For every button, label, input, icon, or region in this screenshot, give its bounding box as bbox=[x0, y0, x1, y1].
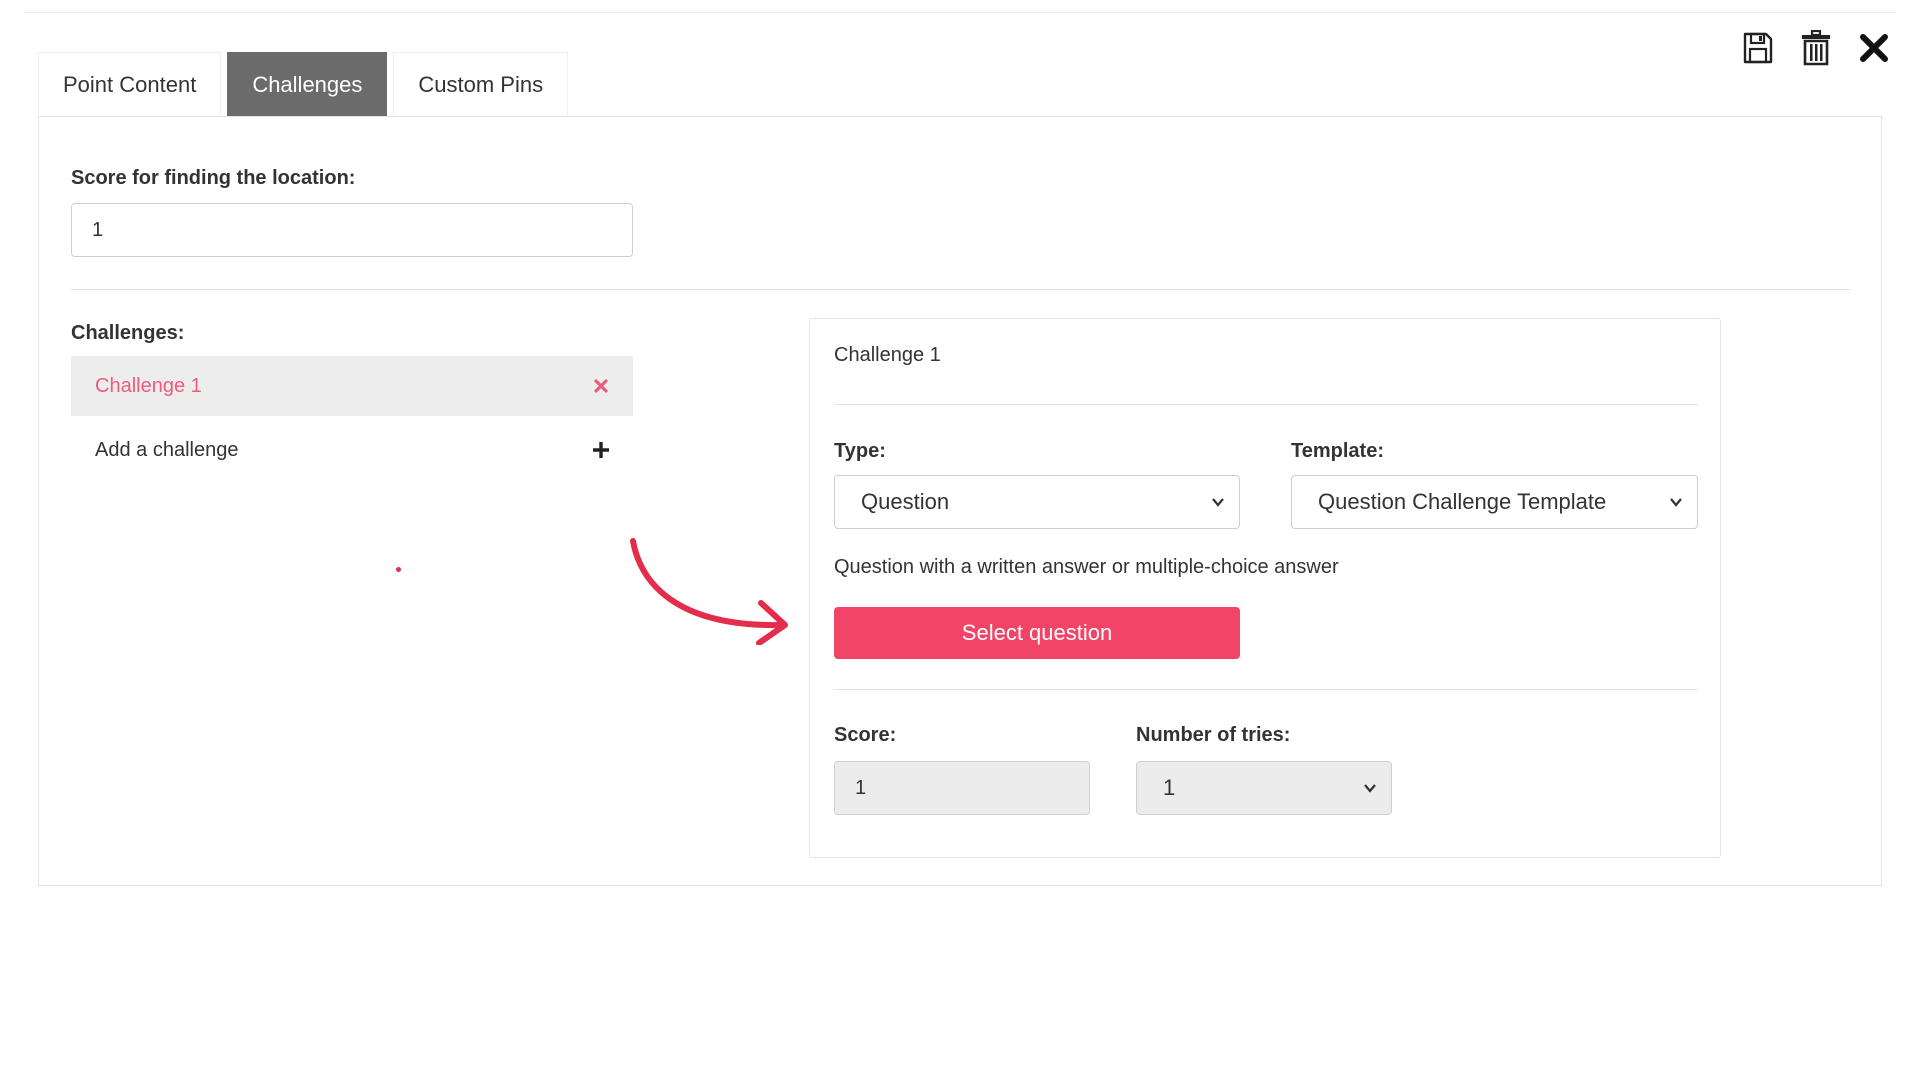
score-input[interactable] bbox=[834, 761, 1090, 815]
tab-challenges[interactable]: Challenges bbox=[227, 52, 388, 116]
annotation-dot bbox=[396, 567, 401, 572]
challenge-list-item[interactable]: Challenge 1 bbox=[71, 356, 633, 416]
chevron-down-icon bbox=[1364, 784, 1376, 793]
number-of-tries-select[interactable]: 1 bbox=[1136, 761, 1392, 815]
type-select-value: Question bbox=[861, 489, 950, 514]
remove-x-icon bbox=[594, 379, 608, 393]
section-divider bbox=[71, 289, 1851, 290]
challenge-detail-card: Challenge 1 Type: Question Template: Que… bbox=[809, 318, 1721, 858]
delete-button[interactable] bbox=[1798, 28, 1834, 68]
chevron-down-icon bbox=[1212, 498, 1224, 507]
tab-point-content[interactable]: Point Content bbox=[38, 52, 222, 116]
add-challenge-item[interactable]: Add a challenge bbox=[71, 420, 633, 480]
save-button[interactable] bbox=[1740, 28, 1776, 68]
challenges-label: Challenges: bbox=[71, 322, 185, 344]
template-label: Template: bbox=[1291, 440, 1384, 462]
detail-bottom-divider bbox=[834, 689, 1698, 690]
template-select-value: Question Challenge Template bbox=[1318, 489, 1607, 514]
score-location-label: Score for finding the location: bbox=[71, 167, 356, 189]
type-label: Type: bbox=[834, 440, 886, 462]
close-button[interactable] bbox=[1856, 28, 1892, 68]
tab-custom-pins[interactable]: Custom Pins bbox=[393, 52, 569, 116]
tab-bar: Point Content Challenges Custom Pins bbox=[38, 52, 569, 116]
close-x-icon bbox=[1860, 34, 1888, 62]
challenge-detail-title: Challenge 1 bbox=[834, 344, 941, 366]
number-of-tries-value: 1 bbox=[1163, 775, 1176, 800]
number-of-tries-label: Number of tries: bbox=[1136, 724, 1291, 746]
trash-icon bbox=[1802, 30, 1830, 66]
toolbar bbox=[1740, 28, 1892, 68]
challenge-item-label: Challenge 1 bbox=[95, 374, 202, 397]
top-divider bbox=[25, 12, 1895, 13]
select-question-button[interactable]: Select question bbox=[834, 607, 1240, 659]
add-challenge-label: Add a challenge bbox=[95, 438, 239, 461]
annotation-arrow-icon bbox=[630, 538, 788, 645]
plus-icon bbox=[593, 442, 609, 458]
template-select[interactable]: Question Challenge Template bbox=[1291, 475, 1698, 529]
remove-challenge-button[interactable] bbox=[591, 376, 611, 396]
score-location-input[interactable] bbox=[71, 203, 633, 257]
type-select[interactable]: Question bbox=[834, 475, 1240, 529]
detail-title-divider bbox=[834, 404, 1698, 405]
floppy-disk-icon bbox=[1743, 32, 1773, 64]
chevron-down-icon bbox=[1670, 498, 1682, 507]
challenges-panel: Score for finding the location: Challeng… bbox=[38, 116, 1882, 886]
score-label: Score: bbox=[834, 724, 897, 746]
challenge-type-description: Question with a written answer or multip… bbox=[834, 556, 1339, 578]
add-challenge-button[interactable] bbox=[591, 440, 611, 460]
